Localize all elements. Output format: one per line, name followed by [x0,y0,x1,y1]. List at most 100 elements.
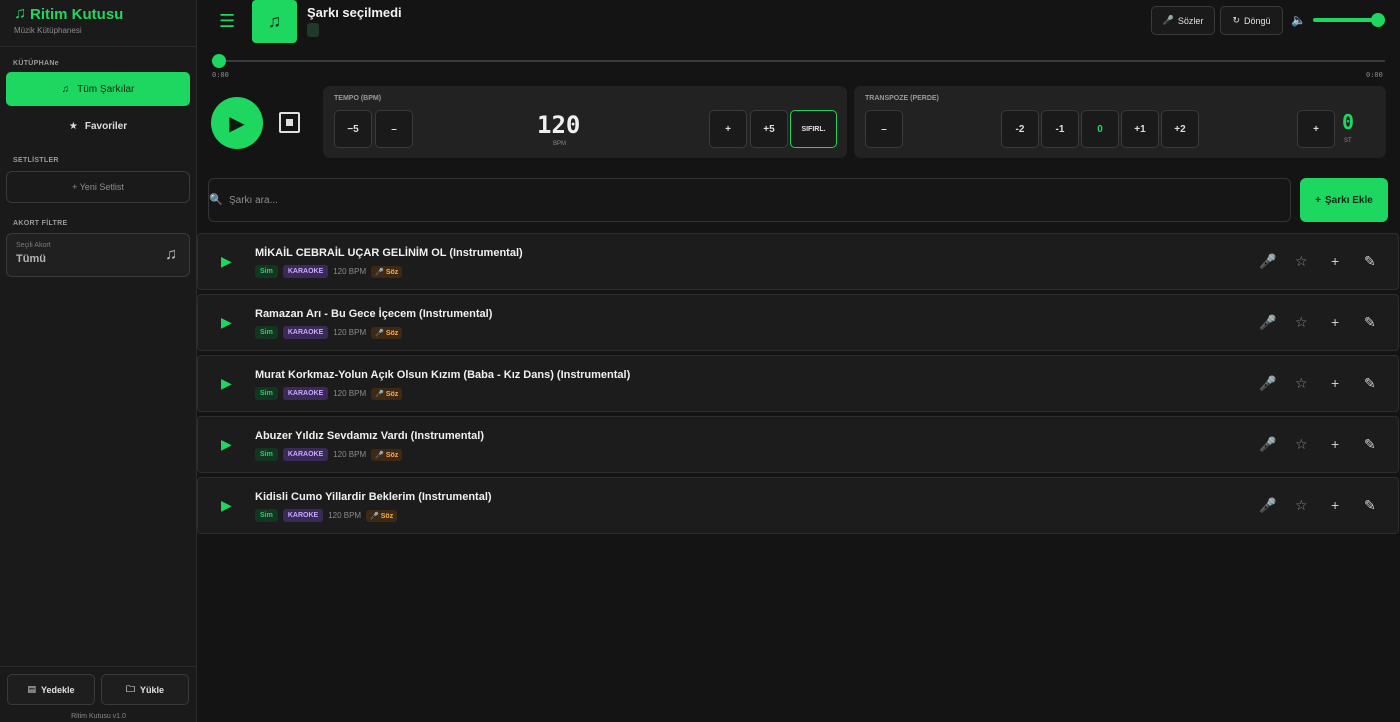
chord-tag: Sim [255,448,278,461]
play-button[interactable]: ▶ [211,97,263,149]
transpose-preset-button[interactable]: +1 [1121,110,1159,148]
play-icon[interactable]: ▶ [221,375,232,392]
music-note-icon: ♫ [267,11,282,31]
nav-favorites[interactable]: ★ Favoriler [6,110,190,142]
pencil-icon[interactable]: ✎ [1364,314,1376,331]
brand-title: Ritim Kutusu [30,5,124,23]
song-bpm: 120 BPM [333,389,367,398]
volume-slider[interactable] [1313,18,1378,22]
progress-knob[interactable] [212,54,226,68]
microphone-icon: 🎤 [375,451,384,459]
plus-icon[interactable]: + [1331,314,1339,330]
transpose-preset-button[interactable]: -1 [1041,110,1079,148]
song-row[interactable]: ▶ MİKAİL CEBRAİL UÇAR GELİNİM OL (Instru… [197,233,1399,290]
brand-subtitle: Müzik Kütüphanesi [14,26,82,35]
microphone-icon[interactable]: 🎤 [1259,314,1276,331]
microphone-icon[interactable]: 🎤 [1259,253,1276,270]
backup-button-label: Yedekle [40,684,75,695]
lyrics-tag-label: Söz [380,512,394,520]
sidebar: ♫ Ritim Kutusu Müzik Kütüphanesi KÜTÜPHA… [0,0,197,722]
microphone-icon: 🎤 [1162,15,1174,25]
pencil-icon[interactable]: ✎ [1364,253,1376,270]
sidebar-footer: ▤ Yedekle 🗀 Yükle Ritim Kutusu v1.0 [0,666,197,722]
type-tag: KAROKE [282,509,324,522]
music-note-icon: ♫ [14,5,26,22]
tempo-label: TEMPO (BPM) [334,95,382,102]
star-icon[interactable]: ☆ [1295,436,1308,453]
play-icon[interactable]: ▶ [221,253,232,270]
search-input[interactable]: 🔍 Şarkı ara... [208,178,1291,222]
lyrics-tag-label: Söz [385,268,399,276]
star-icon: ★ [68,120,78,132]
star-icon[interactable]: ☆ [1295,497,1308,514]
progress-bar[interactable] [218,60,1385,62]
song-row[interactable]: ▶ Murat Korkmaz-Yolun Açık Olsun Kızım (… [197,355,1399,412]
play-icon[interactable]: ▶ [221,314,232,331]
transpose-minus-button[interactable]: – [865,110,903,148]
star-icon[interactable]: ☆ [1295,253,1308,270]
type-tag: KARAOKE [282,387,329,400]
pencil-icon[interactable]: ✎ [1364,436,1376,453]
play-icon[interactable]: ▶ [221,497,232,514]
microphone-icon[interactable]: 🎤 [1259,436,1276,453]
transpose-preset-button[interactable]: +2 [1161,110,1199,148]
play-icon: ▶ [229,112,245,135]
song-title: Abuzer Yıldız Sevdamız Vardı (Instrument… [255,430,485,442]
new-setlist-button[interactable]: + Yeni Setlist [6,171,190,203]
plus-icon[interactable]: + [1331,436,1339,452]
microphone-icon: 🎤 [375,329,384,337]
stop-button[interactable] [279,112,300,133]
star-icon[interactable]: ☆ [1295,375,1308,392]
song-row[interactable]: ▶ Kidisli Cumo Yillardir Beklerim (Instr… [197,477,1399,534]
star-icon[interactable]: ☆ [1295,314,1308,331]
song-row[interactable]: ▶ Ramazan Arı - Bu Gece İçecem (Instrume… [197,294,1399,351]
time-total: 0:00 [1366,71,1383,79]
song-tags: Sim KARAOKE 120 BPM 🎤 Söz [255,265,403,278]
hamburger-icon[interactable]: ☰ [219,11,235,32]
transpose-preset-button[interactable]: 0 [1081,110,1119,148]
stop-icon [286,119,293,126]
type-tag: KARAOKE [282,265,329,278]
plus-icon[interactable]: + [1331,253,1339,269]
microphone-icon[interactable]: 🎤 [1259,497,1276,514]
lyrics-button-label: Sözler [1177,15,1204,26]
tempo-minus5-button[interactable]: −5 [334,110,372,148]
transpose-unit: ST [1344,138,1352,144]
chord-filter-select[interactable]: Seçili Akort Tümü ♫ [6,233,190,277]
pencil-icon[interactable]: ✎ [1364,497,1376,514]
song-row[interactable]: ▶ Abuzer Yıldız Sevdamız Vardı (Instrume… [197,416,1399,473]
plus-icon[interactable]: + [1331,375,1339,391]
tempo-plus5-button[interactable]: +5 [750,110,788,148]
lyrics-tag: 🎤 Söz [366,509,398,522]
lyrics-tag: 🎤 Söz [371,265,403,278]
lyrics-button[interactable]: 🎤 Sözler [1151,6,1215,35]
tempo-reset-button[interactable]: SIFIRL. [790,110,837,148]
search-icon: 🔍 [209,194,223,206]
loop-icon: ↻ [1232,15,1240,25]
plus-icon[interactable]: + [1331,497,1339,513]
speaker-icon[interactable]: 🔈 [1291,13,1306,27]
add-song-button[interactable]: + Şarkı Ekle [1300,178,1388,222]
loop-button-label: Döngü [1244,15,1271,26]
backup-button[interactable]: ▤ Yedekle [7,674,95,705]
microphone-icon[interactable]: 🎤 [1259,375,1276,392]
tempo-plus-button[interactable]: + [709,110,747,148]
transpose-value: 0 [1342,110,1355,134]
nav-all-songs[interactable]: ♫ Tüm Şarkılar [6,72,190,106]
chord-tag: Sim [255,387,278,400]
loop-button[interactable]: ↻ Döngü [1220,6,1283,35]
nav-all-songs-label: Tüm Şarkılar [77,83,135,95]
pencil-icon[interactable]: ✎ [1364,375,1376,392]
play-icon[interactable]: ▶ [221,436,232,453]
volume-slider-knob[interactable] [1371,13,1385,27]
tempo-minus-button[interactable]: – [375,110,413,148]
tempo-panel: TEMPO (BPM) −5 – 120 BPM + +5 SIFIRL. [323,86,847,158]
lyrics-tag-label: Söz [385,390,399,398]
song-tags: Sim KAROKE 120 BPM 🎤 Söz [255,509,398,522]
transpose-plus-button[interactable]: + [1297,110,1335,148]
selected-chord-label: Seçili Akort [16,242,51,249]
transpose-preset-button[interactable]: -2 [1001,110,1039,148]
lyrics-tag-label: Söz [385,451,399,459]
load-button[interactable]: 🗀 Yükle [101,674,189,705]
song-title: Murat Korkmaz-Yolun Açık Olsun Kızım (Ba… [255,369,631,381]
